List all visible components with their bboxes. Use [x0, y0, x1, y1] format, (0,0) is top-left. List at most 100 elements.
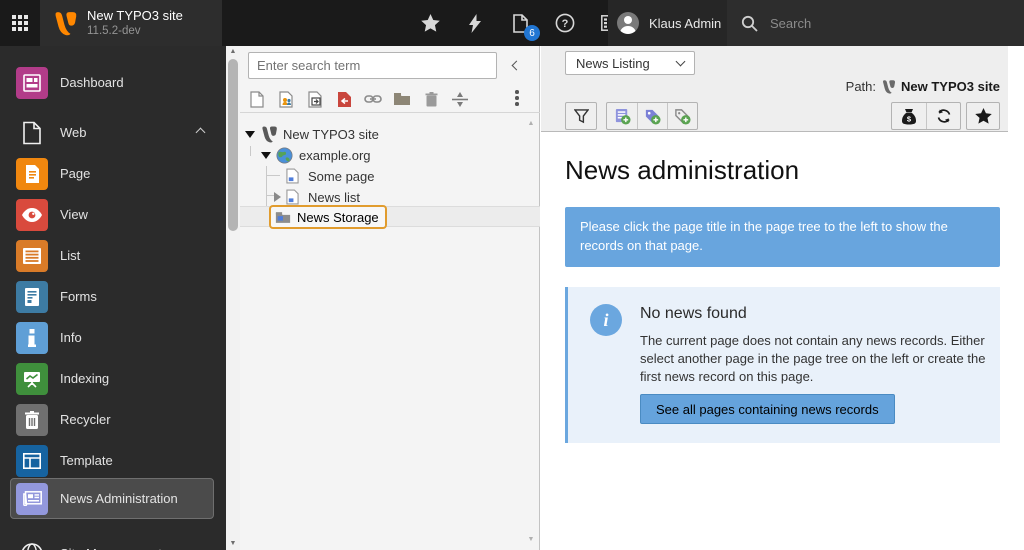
selected-row-highlight: News Storage — [240, 206, 540, 227]
donate-button[interactable]: $ — [892, 103, 926, 129]
sidebar-item-dashboard[interactable]: Dashboard — [0, 62, 226, 103]
search-icon — [741, 15, 758, 32]
indexing-module-icon — [16, 363, 48, 395]
opened-documents-count-badge: 6 — [524, 25, 540, 41]
sidebar-item-forms[interactable]: Forms — [0, 276, 226, 317]
sidebar-item-indexing[interactable]: Indexing — [0, 358, 226, 399]
sidebar-item-label: Dashboard — [60, 75, 124, 90]
list-module-icon — [16, 240, 48, 272]
action-button-group: $ — [891, 102, 961, 130]
typo3-logo-icon — [260, 125, 278, 143]
sidebar-section-web[interactable]: Web — [0, 112, 226, 153]
sidebar-item-news-administration[interactable]: News Administration — [0, 477, 226, 520]
view-module-icon — [16, 199, 48, 231]
new-shortcut-page-icon[interactable] — [306, 90, 324, 108]
user-menu[interactable]: Klaus Admin — [608, 0, 727, 46]
donate-money-bag-icon: $ — [901, 108, 917, 125]
forms-module-icon — [16, 281, 48, 313]
filter-icon — [574, 109, 589, 124]
collapse-tree-button[interactable] — [507, 56, 525, 74]
scrollbar-thumb[interactable] — [228, 59, 238, 231]
new-tag-icon — [674, 108, 691, 125]
site-globe-icon — [276, 147, 293, 164]
new-category-button[interactable] — [637, 103, 667, 129]
tree-scroll-down-icon[interactable]: ▼ — [525, 534, 537, 546]
module-content: News Listing Path: New TYPO3 site — [541, 46, 1024, 550]
info-circle-icon: i — [590, 304, 622, 336]
typo3-version: 11.5.2-dev — [87, 24, 183, 38]
scroll-up-icon[interactable]: ▲ — [226, 46, 240, 58]
bookmark-button[interactable] — [966, 102, 1000, 130]
expand-toggle-icon[interactable] — [261, 152, 271, 159]
docheader: News Listing Path: New TYPO3 site — [541, 46, 1008, 132]
typo3-backend: New TYPO3 site 11.5.2-dev 6 ? — [0, 0, 1024, 550]
content-scroll-gutter[interactable] — [1008, 46, 1024, 550]
recycler-module-icon — [16, 404, 48, 436]
page-module-icon — [16, 158, 48, 190]
info-module-icon — [16, 322, 48, 354]
new-folder-icon[interactable] — [393, 90, 411, 108]
see-all-pages-button[interactable]: See all pages containing news records — [640, 394, 895, 424]
callout-title: No news found — [640, 305, 747, 323]
no-news-callout: i No news found The current page does no… — [565, 287, 1000, 443]
sidebar-item-info[interactable]: Info — [0, 317, 226, 358]
expand-toggle-icon[interactable] — [245, 131, 255, 138]
chevron-down-icon — [676, 57, 686, 67]
module-menu-scrollbar[interactable]: ▲ ▼ — [226, 46, 240, 550]
more-options-icon[interactable] — [509, 88, 525, 108]
svg-text:?: ? — [562, 18, 569, 30]
module-menu-toggle-button[interactable] — [0, 0, 40, 46]
sidebar-item-list[interactable]: List — [0, 235, 226, 276]
site-management-icon — [16, 538, 48, 550]
new-news-record-icon — [614, 108, 631, 125]
new-mountpoint-page-icon[interactable] — [335, 90, 353, 108]
opened-documents-icon[interactable]: 6 — [508, 11, 532, 35]
sidebar-item-template[interactable]: Template — [0, 440, 226, 481]
sidebar-item-label: Info — [60, 330, 82, 345]
sidebar-item-recycler[interactable]: Recycler — [0, 399, 226, 440]
sidebar-item-label: Forms — [60, 289, 97, 304]
page-icon — [286, 189, 299, 205]
page-tree-panel: News Storage New TYPO3 site example.org … — [240, 46, 540, 550]
refresh-button[interactable] — [926, 103, 960, 129]
collapsed-toggle-icon[interactable] — [274, 192, 281, 202]
content-body: News administration Please click the pag… — [541, 133, 1024, 550]
toolbar-search[interactable] — [727, 0, 1024, 46]
new-page-icon[interactable] — [248, 90, 266, 108]
scroll-down-icon[interactable]: ▼ — [226, 538, 240, 550]
breadcrumb: Path: New TYPO3 site — [846, 79, 1000, 94]
new-category-icon — [644, 108, 661, 125]
sidebar-item-label: View — [60, 207, 88, 222]
sitename-block[interactable]: New TYPO3 site 11.5.2-dev — [40, 0, 222, 46]
sidebar-item-label: Web — [60, 125, 87, 140]
new-news-record-button[interactable] — [607, 103, 637, 129]
sidebar-item-label: Site Management — [60, 546, 162, 550]
site-title: New TYPO3 site — [87, 8, 183, 24]
path-value: New TYPO3 site — [901, 79, 1000, 94]
search-input[interactable] — [770, 16, 970, 31]
sidebar-item-view[interactable]: View — [0, 194, 226, 235]
module-function-select[interactable]: News Listing — [565, 51, 695, 75]
path-label: Path: — [846, 79, 876, 94]
template-module-icon — [16, 445, 48, 477]
typo3-logo-icon — [52, 10, 78, 36]
filter-button[interactable] — [565, 102, 597, 130]
tree-node-example-org[interactable]: example.org — [240, 145, 540, 165]
new-link-page-icon[interactable] — [364, 90, 382, 108]
tree-node-news-list[interactable]: News list — [240, 187, 540, 207]
tree-node-some-page[interactable]: Some page — [240, 166, 540, 186]
sidebar-item-page[interactable]: Page — [0, 153, 226, 194]
new-tag-button[interactable] — [667, 103, 697, 129]
tree-search-input[interactable] — [248, 52, 497, 79]
tree-node-news-storage[interactable]: News Storage — [269, 205, 387, 229]
sidebar-section-site-management[interactable]: Site Management — [0, 533, 226, 550]
tree-scroll-up-icon[interactable]: ▲ — [525, 118, 537, 130]
clear-cache-bolt-icon[interactable] — [463, 11, 487, 35]
help-icon[interactable]: ? — [553, 11, 577, 35]
bookmarks-star-icon[interactable] — [418, 11, 442, 35]
new-recycler-icon[interactable] — [422, 90, 440, 108]
tree-node-root[interactable]: New TYPO3 site — [240, 124, 540, 144]
new-divider-icon[interactable] — [451, 90, 469, 108]
new-backend-user-section-page-icon[interactable] — [277, 90, 295, 108]
dashboard-icon — [16, 67, 48, 99]
